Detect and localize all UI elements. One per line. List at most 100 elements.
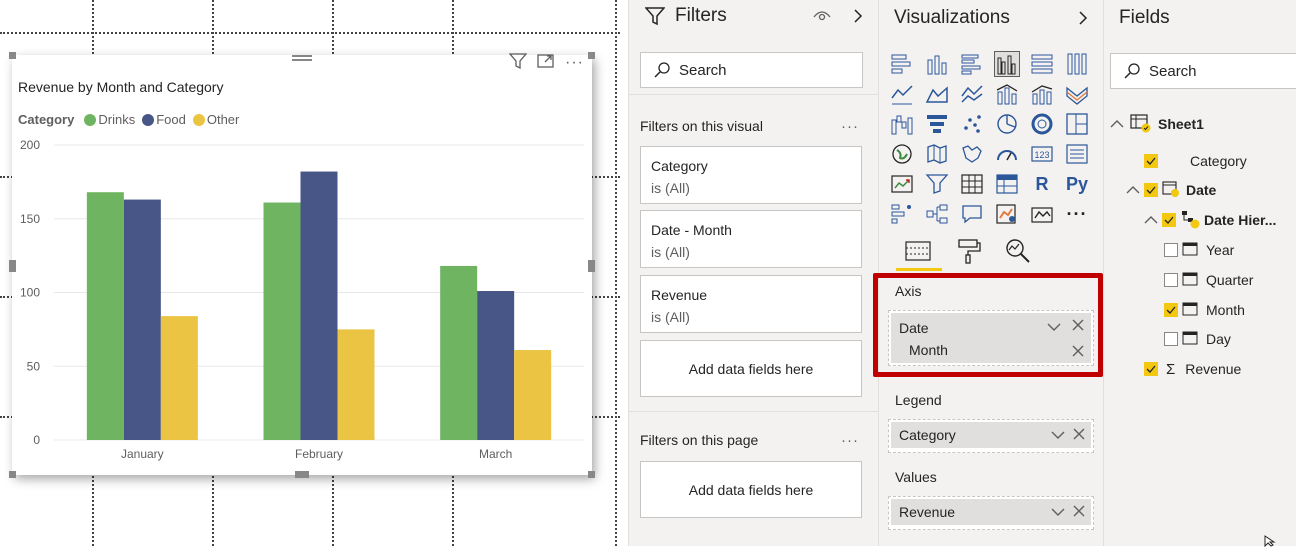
ribbon-chart-icon[interactable] [1065,82,1089,106]
filters-search-input[interactable]: Search [640,52,863,88]
field-date[interactable]: Date [1126,179,1216,201]
smart-narrative-icon[interactable] [995,202,1019,226]
bar-food-january[interactable] [123,199,161,440]
field-category[interactable]: Category [1144,150,1247,172]
bar-drinks-january[interactable] [86,192,124,440]
qa-visual-icon[interactable] [960,202,984,226]
add-data-fields-page-dropzone[interactable]: Add data fields here [640,461,862,518]
clustered-column-chart-icon[interactable] [994,51,1020,77]
resize-handle-top-right[interactable] [588,52,595,59]
bar-drinks-february[interactable] [263,202,301,440]
filter-card-date-month[interactable]: Date - Month is (All) [640,210,862,268]
values-field-pill[interactable]: Revenue [891,499,1091,525]
stacked-column-chart-icon[interactable] [925,52,949,76]
field-revenue[interactable]: Σ Revenue [1144,358,1241,380]
axis-field-pill[interactable]: Date Month [891,313,1091,363]
bar-other-february[interactable] [337,329,375,440]
treemap-icon[interactable] [1065,112,1089,136]
tree-table-sheet1[interactable]: Sheet1 [1110,113,1204,135]
filter-card-category[interactable]: Category is (All) [640,146,862,204]
field-date-hierarchy[interactable]: Date Hier... [1144,209,1276,231]
paginated-report-icon[interactable] [1030,202,1054,226]
add-data-fields-visual-dropzone[interactable]: Add data fields here [640,340,862,397]
checkbox-checked[interactable] [1164,303,1178,317]
line-stacked-column-icon[interactable] [1030,82,1054,106]
line-chart-icon[interactable] [890,82,914,106]
bar-other-january[interactable] [160,316,198,440]
report-canvas[interactable]: ··· Revenue by Month and Category Catego… [0,0,628,546]
bar-food-february[interactable] [300,171,338,441]
chevron-down-icon[interactable] [1051,427,1065,443]
100-stacked-bar-chart-icon[interactable] [1030,52,1054,76]
more-visuals-icon[interactable]: ··· [1065,202,1089,226]
resize-handle-top-left[interactable] [9,52,16,59]
field-quarter[interactable]: Quarter [1164,269,1253,291]
checkbox-unchecked[interactable] [1164,332,1178,346]
field-month[interactable]: Month [1164,299,1245,321]
legend-well[interactable]: Category [888,419,1094,453]
bar-food-march[interactable] [477,291,515,440]
donut-chart-icon[interactable] [1030,112,1054,136]
chevron-up-icon[interactable] [1110,119,1124,129]
100-stacked-column-chart-icon[interactable] [1065,52,1089,76]
filled-map-icon[interactable] [925,142,949,166]
remove-field-icon[interactable] [1073,427,1085,443]
stacked-area-chart-icon[interactable] [960,82,984,106]
clustered-bar-chart-icon[interactable] [960,52,984,76]
funnel-chart-icon[interactable] [925,112,949,136]
decomposition-tree-icon[interactable] [925,202,949,226]
shape-map-icon[interactable] [960,142,984,166]
remove-field-icon[interactable] [1072,318,1084,334]
values-well[interactable]: Revenue [888,496,1094,530]
remove-field-icon[interactable] [1073,504,1085,520]
r-visual-icon[interactable]: R [1030,172,1054,196]
remove-subfield-icon[interactable] [1072,344,1084,360]
checkbox-checked[interactable] [1144,183,1158,197]
checkbox-checked[interactable] [1144,154,1158,168]
checkbox-checked[interactable] [1144,362,1158,376]
chevron-up-icon[interactable] [1126,185,1140,195]
map-icon[interactable] [890,142,914,166]
scatter-chart-icon[interactable] [960,112,984,136]
fields-search-input[interactable]: Search [1110,53,1296,89]
format-paint-roller-icon[interactable] [954,236,984,266]
collapse-pane-icon[interactable] [852,8,864,29]
clustered-column-chart-visual[interactable]: ··· Revenue by Month and Category Catego… [9,52,595,478]
stacked-bar-chart-icon[interactable] [890,52,914,76]
checkbox-checked[interactable] [1162,213,1176,227]
matrix-icon[interactable] [995,172,1019,196]
focus-mode-icon[interactable] [537,53,555,74]
card-icon[interactable]: 123 [1030,142,1054,166]
pie-chart-icon[interactable] [995,112,1019,136]
eye-icon[interactable] [813,9,831,28]
drag-grip-icon[interactable] [292,51,312,69]
legend-field-pill[interactable]: Category [891,422,1091,448]
more-options-icon[interactable]: ··· [565,54,584,72]
chevron-down-icon[interactable] [1051,504,1065,520]
legend-item-drinks[interactable]: Drinks [84,112,135,127]
line-clustered-column-icon[interactable] [995,82,1019,106]
table-icon[interactable] [960,172,984,196]
more-options-icon[interactable]: ··· [841,432,859,449]
filter-icon[interactable] [508,52,528,74]
field-year[interactable]: Year [1164,239,1234,261]
filter-card-revenue[interactable]: Revenue is (All) [640,275,862,333]
checkbox-unchecked[interactable] [1164,243,1178,257]
axis-well[interactable]: Date Month [888,310,1094,366]
bar-drinks-march[interactable] [440,265,478,440]
gauge-icon[interactable] [995,142,1019,166]
legend-item-other[interactable]: Other [192,112,239,127]
chevron-up-icon[interactable] [1144,215,1158,225]
fields-tab-icon[interactable] [903,236,933,266]
analytics-magnifier-icon[interactable] [1003,236,1033,266]
field-day[interactable]: Day [1164,328,1231,350]
bar-other-march[interactable] [514,350,552,440]
collapse-pane-icon[interactable] [1077,10,1089,31]
python-visual-icon[interactable]: Py [1065,172,1089,196]
key-influencers-icon[interactable] [890,202,914,226]
slicer-icon[interactable] [925,172,949,196]
kpi-icon[interactable] [890,172,914,196]
chevron-down-icon[interactable] [1047,319,1061,335]
waterfall-chart-icon[interactable] [890,112,914,136]
multi-row-card-icon[interactable] [1065,142,1089,166]
